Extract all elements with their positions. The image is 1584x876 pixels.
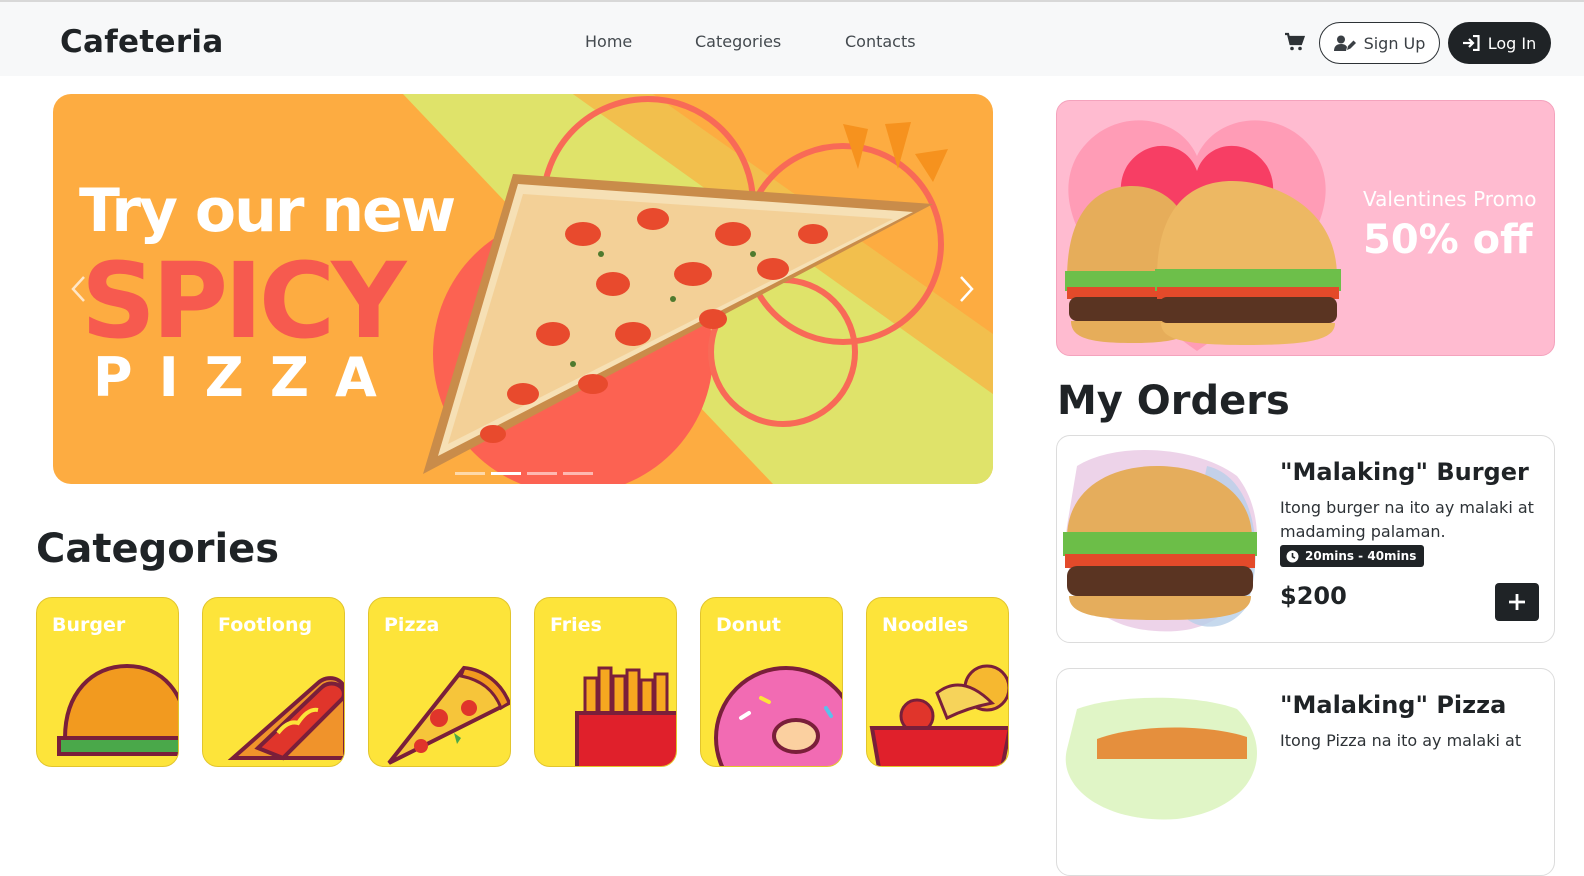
cart-icon[interactable] — [1284, 32, 1306, 52]
signup-button[interactable]: Sign Up — [1319, 22, 1440, 64]
plus-icon — [1509, 594, 1525, 610]
category-label: Donut — [716, 614, 781, 636]
nav-link-categories[interactable]: Categories — [695, 32, 781, 51]
order-description: Itong burger na ito ay malaki at madamin… — [1280, 498, 1534, 541]
brand-logo[interactable]: Cafeteria — [60, 24, 224, 60]
login-button[interactable]: Log In — [1448, 22, 1551, 64]
pizza-icon — [387, 665, 510, 765]
order-title: "Malaking" Pizza — [1280, 691, 1507, 719]
carousel-prev-icon[interactable] — [68, 274, 90, 304]
category-card-donut[interactable]: Donut — [700, 597, 843, 767]
pizza-image — [1065, 697, 1257, 820]
sign-in-icon — [1462, 35, 1480, 51]
category-card-burger[interactable]: Burger — [36, 597, 179, 767]
noodles-icon — [869, 664, 1008, 766]
donut-icon — [714, 666, 842, 766]
clock-icon — [1286, 550, 1299, 562]
category-label: Fries — [550, 614, 602, 636]
order-description: Itong Pizza na ito ay malaki at — [1280, 731, 1522, 750]
order-time-badge: 20mins - 40mins — [1280, 545, 1425, 567]
hero-title-line3: PIZZA — [93, 346, 403, 409]
carousel-indicator[interactable] — [563, 472, 593, 475]
category-label: Footlong — [218, 614, 313, 636]
hero-title-line2: SPICY — [81, 240, 406, 362]
nav-link-contacts[interactable]: Contacts — [845, 32, 916, 51]
hero-carousel[interactable]: Try our new SPICY PIZZA — [53, 94, 993, 484]
category-card-footlong[interactable]: Footlong — [202, 597, 345, 767]
nav-link-home[interactable]: Home — [585, 32, 632, 51]
order-card: "Malaking" Pizza Itong Pizza na ito ay m… — [1056, 668, 1555, 876]
carousel-indicator-active[interactable] — [491, 472, 521, 475]
order-card: "Malaking" Burger Itong burger na ito ay… — [1056, 435, 1555, 643]
category-card-noodles[interactable]: Noodles — [866, 597, 1009, 767]
orders-heading: My Orders — [1057, 378, 1290, 424]
add-order-button[interactable] — [1495, 583, 1539, 621]
login-label: Log In — [1487, 33, 1537, 53]
carousel-next-icon[interactable] — [955, 274, 977, 304]
navbar: Cafeteria Home Categories Contacts Sign … — [0, 0, 1584, 76]
categories-heading: Categories — [36, 526, 280, 572]
burger-image — [1063, 449, 1257, 632]
order-time: 20mins - 40mins — [1305, 549, 1417, 563]
signup-label: Sign Up — [1363, 33, 1426, 53]
user-pen-icon — [1333, 35, 1356, 51]
carousel-indicator[interactable] — [527, 472, 557, 475]
category-card-pizza[interactable]: Pizza — [368, 597, 511, 767]
category-label: Noodles — [882, 614, 969, 636]
hotdog-icon — [227, 676, 344, 761]
hero-title-line1: Try our new — [79, 176, 456, 246]
carousel-indicators — [455, 472, 593, 475]
valentines-promo-banner[interactable]: Valentines Promo 50% off — [1056, 100, 1555, 356]
order-price: $200 — [1280, 582, 1347, 610]
fries-icon — [575, 666, 676, 766]
order-title: "Malaking" Burger — [1280, 458, 1529, 486]
promo-headline: 50% off — [1363, 217, 1533, 263]
category-card-fries[interactable]: Fries — [534, 597, 677, 767]
promo-subtitle: Valentines Promo — [1363, 187, 1537, 211]
category-label: Pizza — [384, 614, 440, 636]
burger-icon — [57, 663, 178, 756]
category-label: Burger — [52, 614, 126, 636]
carousel-indicator[interactable] — [455, 472, 485, 475]
